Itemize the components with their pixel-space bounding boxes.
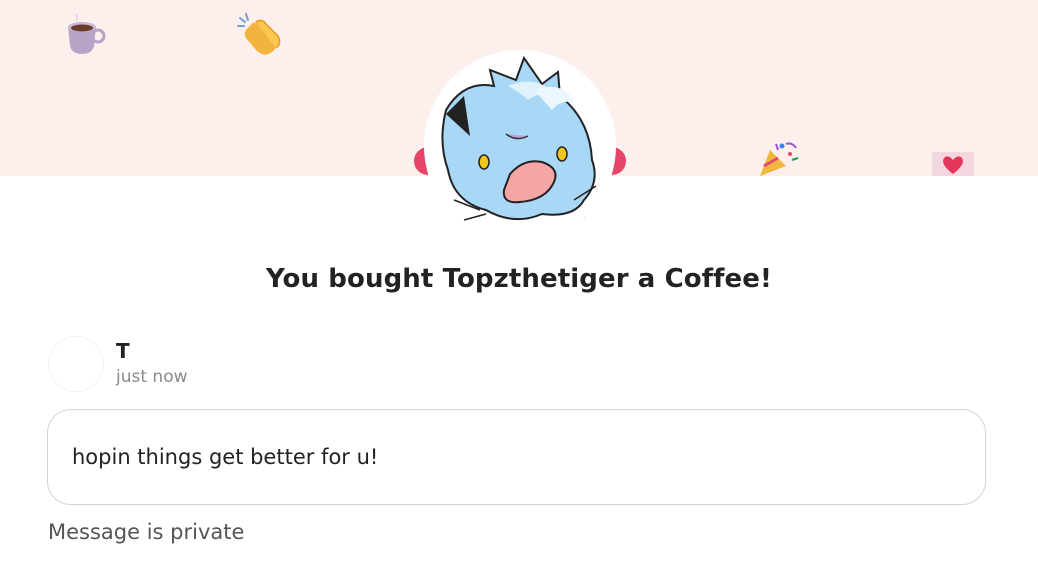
creator-avatar (424, 50, 616, 242)
heart-envelope-icon (932, 152, 974, 176)
message-box: hopin things get better for u! (47, 409, 986, 505)
coffee-cup-icon (68, 13, 106, 54)
tiger-avatar-image (441, 55, 601, 221)
privacy-note: Message is private (48, 520, 245, 544)
clapping-hands-icon (237, 13, 281, 55)
supporter-name: T (116, 339, 130, 363)
message-text: hopin things get better for u! (72, 445, 379, 469)
supporter-info: T just now (48, 336, 188, 392)
timestamp: just now (116, 367, 188, 387)
page-title: You bought Topzthetiger a Coffee! (266, 264, 772, 294)
party-popper-icon (760, 142, 799, 176)
avatar (48, 336, 104, 392)
